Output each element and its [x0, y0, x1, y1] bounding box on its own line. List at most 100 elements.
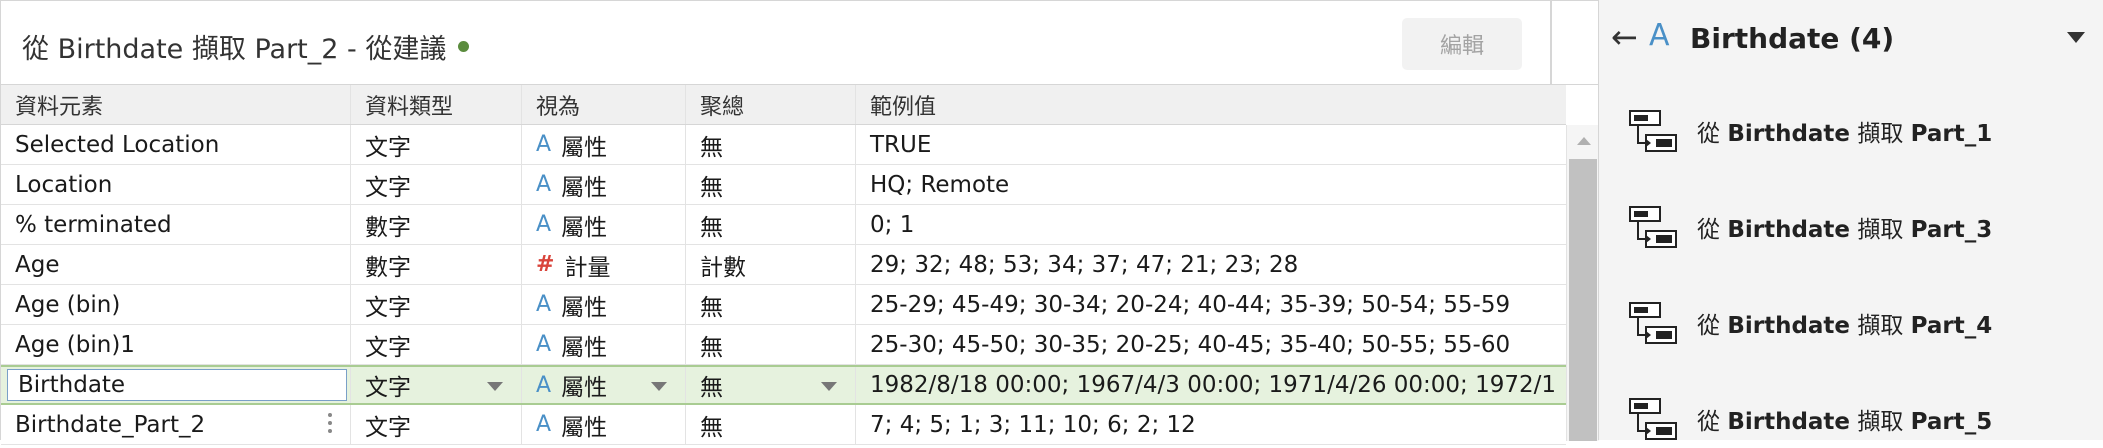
cell-aggregation[interactable]: 無: [686, 165, 856, 204]
divider: [1550, 1, 1552, 85]
cell-name[interactable]: % terminated: [1, 205, 351, 244]
panel-title: Birthdate (4): [1690, 22, 1895, 55]
cell-role[interactable]: A 屬性: [522, 405, 686, 444]
recommendation-label: 從 Birthdate 擷取 Part_1: [1697, 114, 1992, 148]
cell-role-label: 屬性: [561, 174, 608, 201]
column-header-aggregation[interactable]: 聚總: [686, 85, 856, 124]
cell-aggregation[interactable]: 無: [686, 405, 856, 444]
cell-role-label: 計量: [564, 254, 611, 281]
cell-sample: 29; 32; 48; 53; 34; 37; 47; 21; 23; 28: [870, 251, 1299, 278]
string-type-icon: A: [536, 132, 552, 157]
page-title-text: 從 Birthdate 擷取 Part_2 - 從建議: [22, 34, 447, 65]
cell-role-label: 屬性: [561, 214, 608, 241]
cell-type[interactable]: 數字: [351, 205, 522, 244]
scroll-up-icon[interactable]: [1577, 137, 1591, 145]
chevron-down-icon[interactable]: [2067, 32, 2085, 43]
cell-name[interactable]: [1, 367, 351, 403]
cell-type[interactable]: 文字: [351, 285, 522, 324]
cell-name[interactable]: Birthdate_Part_2: [1, 405, 351, 444]
cell-aggregation[interactable]: 無: [686, 205, 856, 244]
cell-sample: TRUE: [870, 131, 932, 158]
recommendation-item[interactable]: 從 Birthdate 擷取 Part_1: [1599, 100, 2103, 160]
cell-aggregation[interactable]: 無: [686, 325, 856, 364]
cell-name[interactable]: Age: [1, 245, 351, 284]
title-bar: 從 Birthdate 擷取 Part_2 - 從建議 編輯: [1, 1, 1599, 85]
cell-role[interactable]: A 屬性: [522, 205, 686, 244]
cell-role-label: 屬性: [561, 134, 608, 161]
cell-role[interactable]: A 屬性: [522, 125, 686, 164]
string-type-icon: A: [536, 212, 552, 237]
table-row[interactable]: % terminated 數字 A 屬性 無 0; 1: [1, 205, 1566, 245]
chevron-down-icon[interactable]: [487, 382, 503, 391]
cell-name[interactable]: Selected Location: [1, 125, 351, 164]
column-header-sample-values[interactable]: 範例值: [856, 85, 1566, 124]
cell-sample: HQ; Remote: [870, 171, 1010, 198]
cell-type[interactable]: 文字: [351, 325, 522, 364]
cell-aggregation[interactable]: 無: [686, 125, 856, 164]
split-field-icon: [1629, 206, 1677, 248]
column-header-data-type[interactable]: 資料類型: [351, 85, 522, 124]
recommendation-label: 從 Birthdate 擷取 Part_3: [1697, 210, 1992, 244]
edit-button[interactable]: 編輯: [1402, 18, 1522, 70]
string-type-icon: A: [536, 372, 552, 398]
table-row[interactable]: Age (bin) 文字 A 屬性 無 25-29; 45-49; 30-34;…: [1, 285, 1566, 325]
panel-header: ← A Birthdate (4): [1599, 0, 2103, 80]
label-field: Birthdate: [1727, 313, 1851, 339]
cell-name-label: Birthdate_Part_2: [15, 411, 206, 438]
cell-type[interactable]: 文字: [351, 165, 522, 204]
label-part: Part_5: [1910, 409, 1993, 435]
cell-type[interactable]: 文字: [351, 125, 522, 164]
column-header-data-element[interactable]: 資料元素: [1, 85, 351, 124]
label-mid: 擷取: [1850, 217, 1911, 243]
label-field: Birthdate: [1727, 121, 1851, 147]
label-mid: 擷取: [1850, 121, 1911, 147]
table-row[interactable]: Selected Location 文字 A 屬性 無 TRUE: [1, 125, 1566, 165]
cell-role-label: 屬性: [561, 334, 608, 361]
cell-name[interactable]: Location: [1, 165, 351, 204]
cell-role-label: 屬性: [561, 414, 608, 441]
status-dot-icon: [458, 41, 470, 52]
table-row[interactable]: Age (bin)1 文字 A 屬性 無 25-30; 45-50; 30-35…: [1, 325, 1566, 365]
cell-role-dropdown[interactable]: A 屬性: [522, 367, 686, 403]
table-row-selected[interactable]: 文字 A 屬性 無 1982/8/18 00:00; 1967/4/3 00:0…: [1, 365, 1566, 405]
field-name-input[interactable]: [7, 369, 347, 401]
cell-type[interactable]: 數字: [351, 245, 522, 284]
label-prefix: 從: [1697, 121, 1728, 147]
cell-aggregation[interactable]: 計數: [686, 245, 856, 284]
label-mid: 擷取: [1850, 313, 1911, 339]
cell-role[interactable]: A 屬性: [522, 325, 686, 364]
cell-role[interactable]: A 屬性: [522, 285, 686, 324]
table-row[interactable]: Age 數字 # 計量 計數 29; 32; 48; 53; 34; 37; 4…: [1, 245, 1566, 285]
more-options-icon[interactable]: [328, 411, 332, 435]
cell-name[interactable]: Age (bin)1: [1, 325, 351, 364]
string-type-icon: A: [536, 332, 552, 357]
cell-type[interactable]: 文字: [351, 405, 522, 444]
cell-sample: 1982/8/18 00:00; 1967/4/3 00:00; 1971/4/…: [870, 372, 1557, 398]
column-header-role[interactable]: 視為: [522, 85, 686, 124]
string-type-icon: A: [536, 172, 552, 197]
cell-type-dropdown[interactable]: 文字: [351, 367, 522, 403]
cell-role[interactable]: A 屬性: [522, 165, 686, 204]
recommendation-item[interactable]: 從 Birthdate 擷取 Part_5: [1599, 388, 2103, 448]
arrow-left-icon[interactable]: ←: [1611, 18, 1638, 56]
chevron-down-icon[interactable]: [651, 382, 667, 391]
vertical-scrollbar[interactable]: [1566, 125, 1599, 441]
cell-name[interactable]: Age (bin): [1, 285, 351, 324]
cell-role[interactable]: # 計量: [522, 245, 686, 284]
cell-aggregation[interactable]: 無: [686, 285, 856, 324]
label-field: Birthdate: [1727, 409, 1851, 435]
table-header: 資料元素 資料類型 視為 聚總 範例值: [1, 85, 1566, 125]
recommendation-label: 從 Birthdate 擷取 Part_4: [1697, 306, 1992, 340]
recommendation-item[interactable]: 從 Birthdate 擷取 Part_3: [1599, 196, 2103, 256]
cell-type-label: 文字: [365, 375, 411, 401]
chevron-down-icon[interactable]: [821, 382, 837, 391]
string-type-icon: A: [536, 412, 552, 437]
split-field-icon: [1629, 110, 1677, 152]
scrollbar-thumb[interactable]: [1569, 159, 1597, 441]
table-row[interactable]: Birthdate_Part_2 文字 A 屬性 無 7; 4; 5; 1; 3…: [1, 405, 1566, 445]
string-type-icon: A: [536, 292, 552, 317]
label-prefix: 從: [1697, 313, 1728, 339]
cell-aggregation-dropdown[interactable]: 無: [686, 367, 856, 403]
table-row[interactable]: Location 文字 A 屬性 無 HQ; Remote: [1, 165, 1566, 205]
recommendation-item[interactable]: 從 Birthdate 擷取 Part_4: [1599, 292, 2103, 352]
